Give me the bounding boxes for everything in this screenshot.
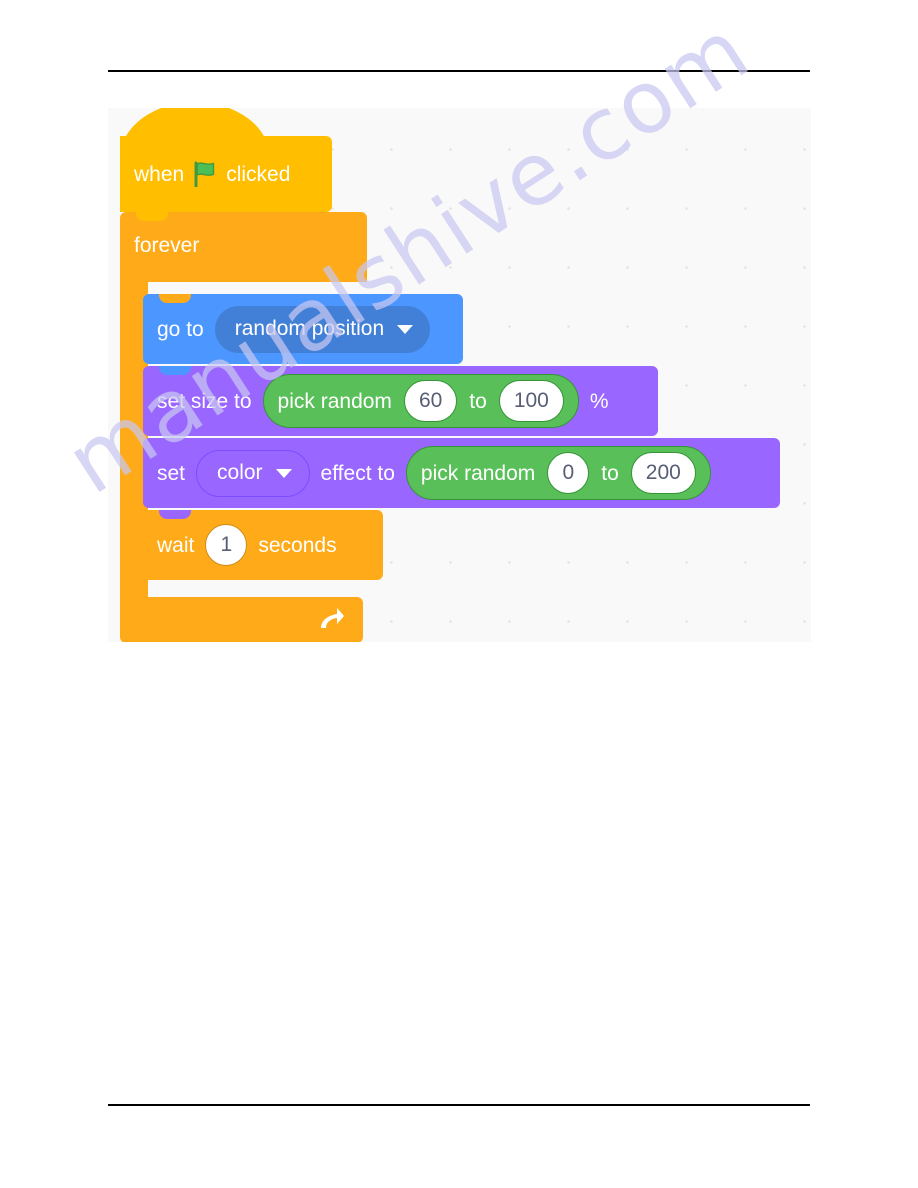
wait-duration-input[interactable]: 1 xyxy=(205,524,248,566)
footer-rule xyxy=(108,1104,810,1106)
header-rule xyxy=(108,70,810,72)
forever-loop-foot[interactable] xyxy=(120,597,363,642)
when-label: when xyxy=(134,162,185,186)
go-to-target-value: random position xyxy=(234,317,385,340)
seconds-label: seconds xyxy=(258,533,337,557)
when-green-flag-clicked-block[interactable]: when clicked xyxy=(120,108,332,212)
pick-random-label: pick random xyxy=(277,389,392,413)
loop-arrow-icon xyxy=(315,605,345,635)
pick-random-operator-effect[interactable]: pick random 0 to 200 xyxy=(405,446,711,500)
scratch-code-canvas[interactable]: when clicked forever go to random positi… xyxy=(108,108,811,642)
go-to-block[interactable]: go to random position xyxy=(143,294,463,364)
forever-label: forever xyxy=(134,234,200,257)
to-label: to xyxy=(469,389,487,413)
set-label: set xyxy=(157,461,186,485)
effect-type-value: color xyxy=(217,461,263,484)
green-flag-icon xyxy=(193,161,217,187)
go-to-label: go to xyxy=(157,317,204,341)
set-size-to-block[interactable]: set size to pick random 60 to 100 % xyxy=(143,366,658,436)
pick-random-from-input[interactable]: 60 xyxy=(403,380,458,422)
to-label: to xyxy=(601,461,619,485)
pick-random-operator-size[interactable]: pick random 60 to 100 xyxy=(262,374,579,428)
effect-to-label: effect to xyxy=(320,461,395,485)
set-size-to-label: set size to xyxy=(157,389,252,413)
go-to-target-dropdown[interactable]: random position xyxy=(214,305,431,353)
chevron-down-icon xyxy=(275,468,292,478)
wait-label: wait xyxy=(157,533,195,557)
wait-seconds-block[interactable]: wait 1 seconds xyxy=(143,510,383,580)
pick-random-label: pick random xyxy=(420,461,536,485)
effect-type-dropdown[interactable]: color xyxy=(196,449,310,497)
percent-label: % xyxy=(589,389,609,413)
clicked-label: clicked xyxy=(226,162,291,186)
pick-random-to-input[interactable]: 100 xyxy=(498,380,564,422)
pick-random-from-input[interactable]: 0 xyxy=(547,452,590,494)
set-effect-to-block[interactable]: set color effect to pick random 0 to 200 xyxy=(143,438,780,508)
pick-random-to-input[interactable]: 200 xyxy=(630,452,696,494)
forever-block[interactable]: forever xyxy=(120,212,367,282)
chevron-down-icon xyxy=(397,324,414,334)
